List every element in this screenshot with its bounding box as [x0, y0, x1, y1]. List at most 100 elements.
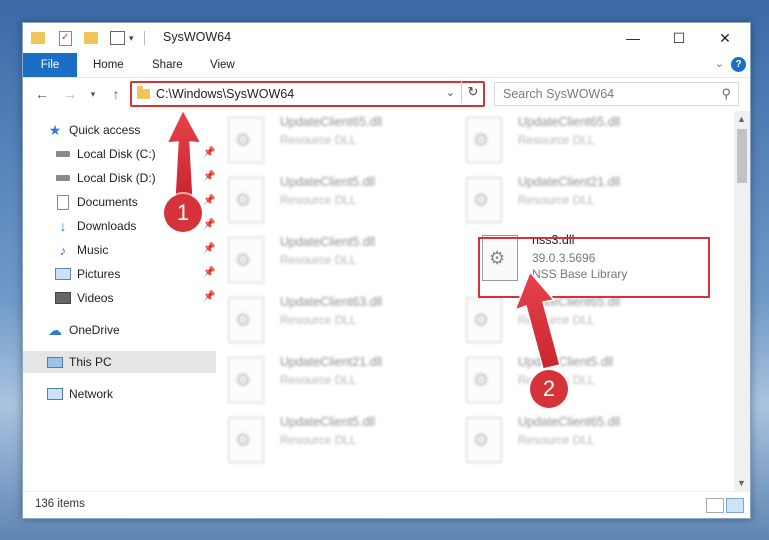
tab-file[interactable]: File	[23, 53, 77, 77]
dll-file-icon: ⚙	[228, 177, 264, 223]
search-input[interactable]: Search SysWOW64	[503, 87, 614, 101]
chevron-down-icon: ▾	[90, 88, 96, 99]
explorer-window: ✓ ▾ SysWOW64 — ☐ ✕ File Home Share View …	[22, 22, 751, 519]
details-view-icon[interactable]	[706, 498, 724, 513]
sidebar-item-label: Local Disk (C:)	[77, 147, 156, 161]
tab-view[interactable]: View	[210, 53, 235, 77]
sidebar-item-network[interactable]: Network	[47, 383, 113, 405]
file-name: UpdateClient5.dll	[518, 355, 614, 369]
pin-icon[interactable]: 📌	[203, 171, 215, 182]
sidebar-item-label: Quick access	[69, 123, 141, 137]
large-icons-view-icon[interactable]	[726, 498, 744, 513]
file-name: UpdateClient5.dll	[280, 235, 376, 249]
maximize-button[interactable]: ☐	[656, 23, 702, 53]
dll-file-icon: ⚙	[466, 357, 502, 403]
scroll-down-icon[interactable]: ▼	[737, 478, 746, 488]
sidebar-item-label: OneDrive	[69, 323, 120, 337]
minimize-button[interactable]: —	[610, 23, 656, 53]
sidebar-item-local-disk-c[interactable]: Local Disk (C:)	[55, 143, 156, 165]
up-button[interactable]: ↑	[107, 84, 125, 104]
folder-icon[interactable]	[31, 32, 45, 44]
file-item[interactable]: ⚙ UpdateClient5.dll Resource DLL	[456, 351, 686, 411]
sidebar-item-this-pc[interactable]: This PC	[23, 351, 216, 373]
close-button[interactable]: ✕	[702, 23, 748, 53]
file-item[interactable]: ⚙ UpdateClient5.dll Resource DLL	[218, 171, 448, 231]
back-arrow-icon: ←	[35, 86, 49, 102]
sidebar-item-label: Network	[69, 387, 114, 401]
tab-home[interactable]: Home	[93, 53, 124, 77]
back-button[interactable]: ←	[33, 84, 51, 104]
refresh-button[interactable]: ↻	[461, 81, 484, 103]
file-list: ⚙ UpdateClient65.dll Resource DLL ⚙ Upda…	[218, 111, 734, 491]
file-item[interactable]: ⚙ UpdateClient65.dll Resource DLL	[218, 111, 448, 171]
pin-icon[interactable]: 📌	[203, 267, 215, 278]
drive-icon	[55, 171, 71, 185]
sidebar-item-onedrive[interactable]: ☁ OneDrive	[47, 319, 120, 341]
dll-file-icon: ⚙	[228, 297, 264, 343]
sidebar-item-label: Pictures	[77, 267, 121, 281]
cloud-icon: ☁	[48, 321, 62, 338]
window-title: SysWOW64	[163, 30, 232, 44]
file-name: UpdateClient65.dll	[518, 115, 621, 129]
network-icon	[47, 387, 63, 401]
computer-icon	[47, 355, 63, 369]
sidebar-item-label: Documents	[77, 195, 138, 209]
forward-button[interactable]: →	[61, 84, 79, 104]
maximize-icon: ☐	[672, 29, 686, 46]
file-item[interactable]: ⚙ UpdateClient5.dll Resource DLL	[218, 231, 448, 291]
pin-icon[interactable]: 📌	[203, 147, 215, 158]
sidebar-item-quick-access[interactable]: ★ Quick access	[47, 119, 141, 141]
file-item[interactable]: ⚙ UpdateClient65.dll Resource DLL	[456, 291, 686, 351]
customize-dropdown-icon[interactable]: ▾	[129, 33, 134, 44]
file-name: UpdateClient65.dll	[518, 415, 621, 429]
scroll-thumb[interactable]	[737, 129, 747, 183]
address-bar[interactable]: C:\Windows\SysWOW64 ⌄	[130, 81, 485, 107]
download-icon: ↓	[59, 218, 67, 234]
sidebar-item-videos[interactable]: Videos	[55, 287, 113, 309]
file-type: Resource DLL	[280, 253, 357, 267]
sidebar-item-downloads[interactable]: ↓ Downloads	[55, 215, 137, 237]
file-name: UpdateClient5.dll	[280, 415, 376, 429]
search-box[interactable]: Search SysWOW64 ⚲	[494, 82, 739, 106]
help-button[interactable]: ?	[731, 57, 746, 72]
file-item[interactable]: ⚙ UpdateClient65.dll Resource DLL	[456, 411, 686, 471]
status-bar: 136 items	[23, 491, 750, 518]
sidebar-item-music[interactable]: ♪ Music	[55, 239, 109, 261]
file-type: Resource DLL	[280, 133, 357, 147]
file-type: Resource DLL	[518, 193, 595, 207]
search-icon[interactable]: ⚲	[721, 86, 731, 102]
star-icon: ★	[48, 121, 62, 138]
tab-share[interactable]: Share	[152, 53, 183, 77]
sidebar-item-label: This PC	[69, 355, 112, 369]
recent-locations-button[interactable]: ▾	[87, 84, 99, 104]
file-type: Resource DLL	[518, 313, 595, 327]
vertical-scrollbar[interactable]: ▲ ▼	[734, 111, 750, 491]
properties-icon[interactable]: ✓	[59, 30, 72, 46]
view-options-icon[interactable]	[110, 31, 125, 45]
file-item[interactable]: ⚙ UpdateClient5.dll Resource DLL	[218, 411, 448, 471]
address-path[interactable]: C:\Windows\SysWOW64	[156, 87, 294, 101]
dll-file-icon: ⚙	[466, 297, 502, 343]
pin-icon[interactable]: 📌	[203, 195, 215, 206]
sidebar-item-documents[interactable]: Documents	[55, 191, 138, 213]
scroll-up-icon[interactable]: ▲	[737, 114, 746, 124]
dll-file-icon: ⚙	[228, 417, 264, 463]
documents-icon	[55, 194, 71, 210]
sidebar-item-label: Local Disk (D:)	[77, 171, 156, 185]
file-item[interactable]: ⚙ UpdateClient65.dll Resource DLL	[456, 111, 686, 171]
file-item[interactable]: ⚙ UpdateClient21.dll Resource DLL	[456, 171, 686, 231]
file-item[interactable]: ⚙ UpdateClient21.dll Resource DLL	[218, 351, 448, 411]
file-name: UpdateClient21.dll	[280, 355, 383, 369]
pin-icon[interactable]: 📌	[203, 243, 215, 254]
ribbon-expand-icon[interactable]: ⌄	[715, 57, 724, 70]
pin-icon[interactable]: 📌	[203, 219, 215, 230]
pin-icon[interactable]: 📌	[203, 291, 215, 302]
separator-icon	[143, 31, 145, 45]
file-name: UpdateClient65.dll	[280, 115, 383, 129]
new-folder-icon[interactable]	[84, 32, 98, 44]
sidebar-item-local-disk-d[interactable]: Local Disk (D:)	[55, 167, 156, 189]
file-item[interactable]: ⚙ UpdateClient63.dll Resource DLL	[218, 291, 448, 351]
address-dropdown-icon[interactable]: ⌄	[446, 86, 455, 99]
title-bar: ✓ ▾ SysWOW64 — ☐ ✕	[23, 23, 750, 53]
sidebar-item-pictures[interactable]: Pictures	[55, 263, 120, 285]
